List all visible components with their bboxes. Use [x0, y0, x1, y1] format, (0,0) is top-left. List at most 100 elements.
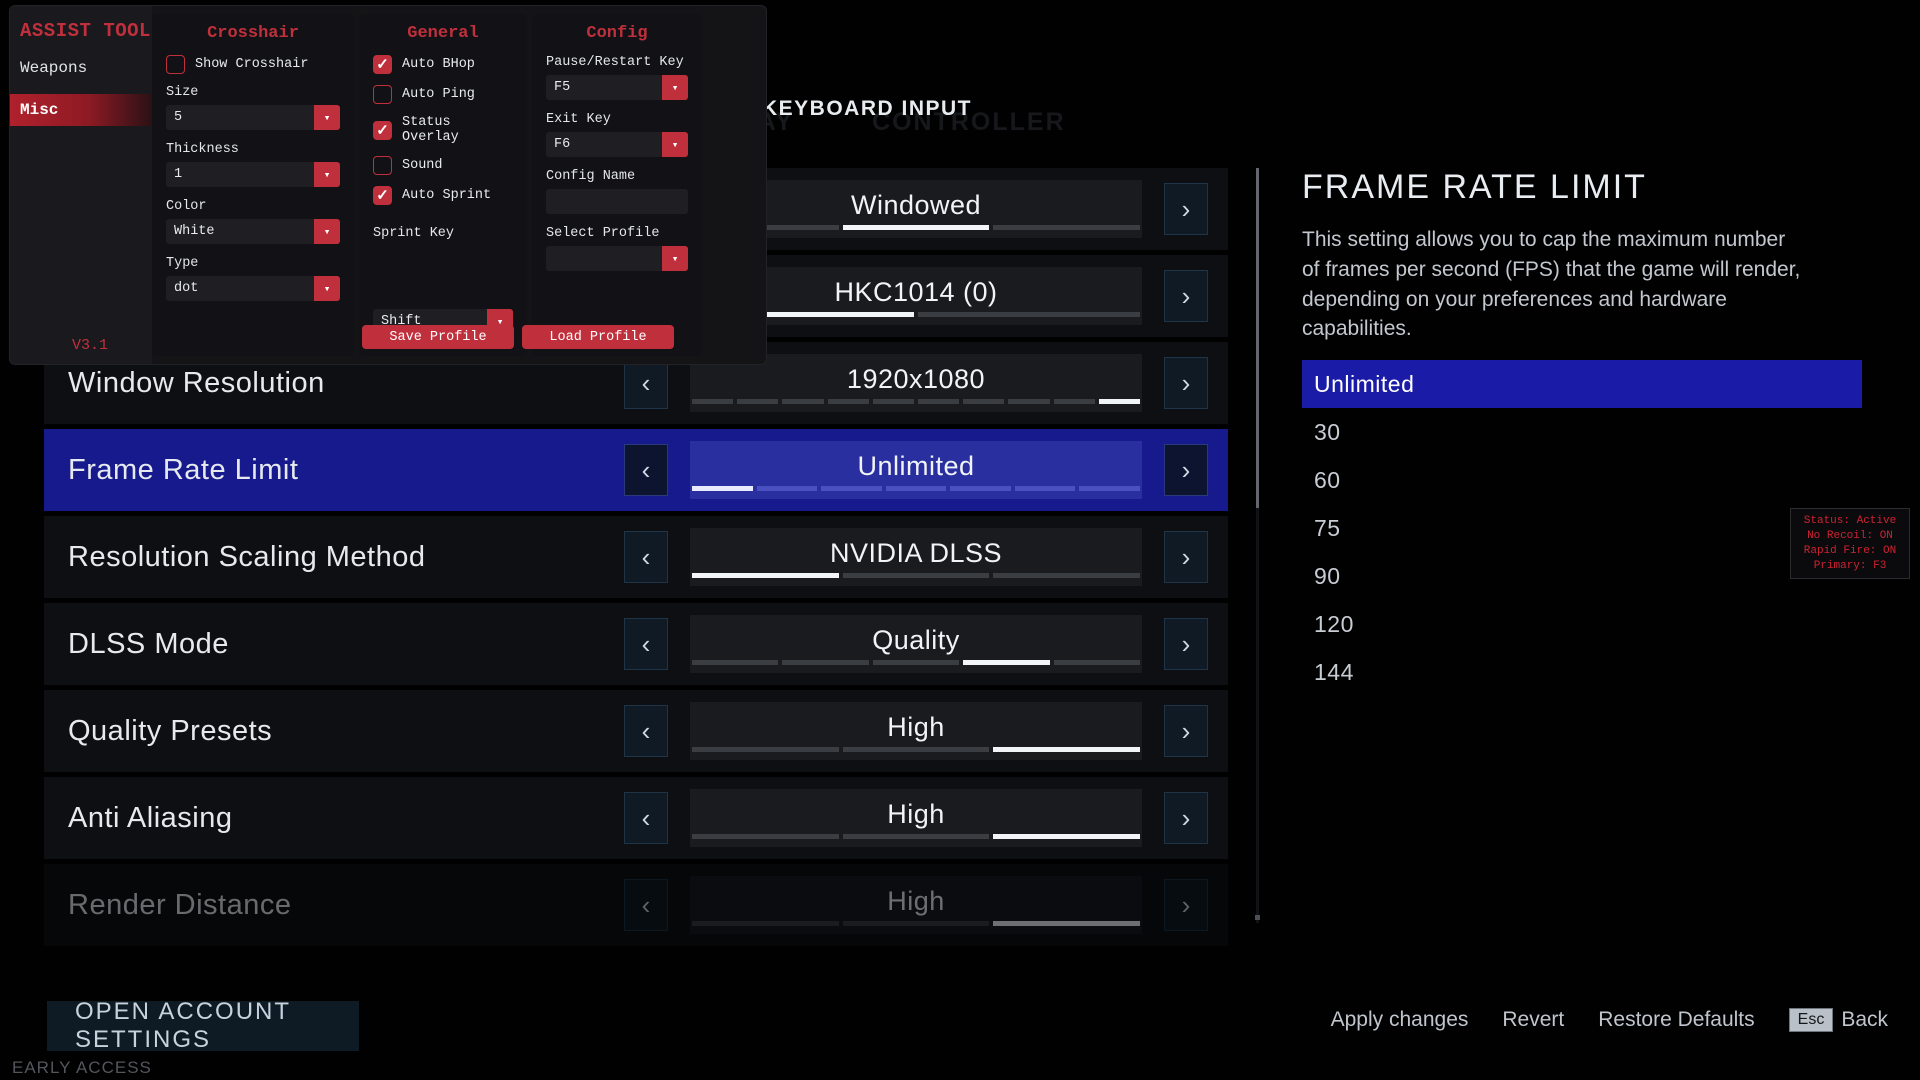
segment — [737, 399, 779, 404]
frame-rate-option[interactable]: 30 — [1302, 408, 1862, 456]
frame-rate-option[interactable]: 90 — [1302, 552, 1862, 600]
chevron-right-icon[interactable]: › — [1164, 705, 1208, 757]
checkbox-auto-bhop[interactable] — [373, 55, 392, 74]
chevron-right-icon[interactable]: › — [1164, 531, 1208, 583]
overlay-nav: Weapons Misc — [10, 52, 152, 126]
setting-value-text: Unlimited — [857, 450, 975, 481]
checkbox-label: Status Overlay — [402, 115, 459, 145]
checkbox-status-overlay[interactable] — [373, 120, 392, 140]
sprint-key-label: Sprint Key — [373, 226, 455, 241]
frame-rate-option[interactable]: 75 — [1302, 504, 1862, 552]
overlay-nav-item-misc[interactable]: Misc — [10, 94, 152, 126]
setting-value-box[interactable]: NVIDIA DLSS — [690, 528, 1142, 586]
overlay-version: V3.1 — [72, 337, 109, 354]
setting-value-box[interactable]: High — [690, 789, 1142, 847]
crosshair-panel-title: Crosshair — [207, 24, 299, 43]
restore-defaults-button[interactable]: Restore Defaults — [1598, 1008, 1754, 1032]
checkbox-sound[interactable] — [373, 156, 392, 175]
setting-value-box[interactable]: High — [690, 876, 1142, 934]
chevron-down-icon[interactable]: ▾ — [662, 75, 688, 100]
setting-value-text: NVIDIA DLSS — [829, 537, 1003, 568]
pause-restart-key-select[interactable]: F5 ▾ — [546, 75, 688, 100]
general-check-row[interactable]: Status Overlay — [373, 115, 513, 145]
setting-row[interactable]: DLSS Mode ‹ Quality › — [44, 603, 1228, 685]
segment — [1098, 399, 1141, 404]
chevron-left-icon[interactable]: ‹ — [624, 618, 668, 670]
chevron-left-icon[interactable]: ‹ — [624, 705, 668, 757]
thickness-select[interactable]: 1 ▾ — [166, 162, 340, 187]
save-profile-button[interactable]: Save Profile — [362, 325, 514, 349]
setting-value-box[interactable]: High — [690, 702, 1142, 760]
back-button[interactable]: Esc Back — [1788, 1008, 1888, 1032]
apply-changes-button[interactable]: Apply changes — [1331, 1008, 1469, 1032]
chevron-down-icon[interactable]: ▾ — [314, 162, 340, 187]
size-select[interactable]: 5 ▾ — [166, 105, 340, 130]
chevron-down-icon[interactable]: ▾ — [662, 132, 688, 157]
segment — [692, 834, 839, 839]
segment — [963, 660, 1050, 665]
exit-key-select[interactable]: F6 ▾ — [546, 132, 688, 157]
segment — [692, 921, 839, 926]
general-check-row[interactable]: Sound — [373, 156, 513, 175]
revert-button[interactable]: Revert — [1502, 1008, 1564, 1032]
frame-rate-option[interactable]: 144 — [1302, 648, 1862, 696]
color-select[interactable]: White ▾ — [166, 219, 340, 244]
open-account-settings-button[interactable]: OPEN ACCOUNT SETTINGS — [47, 998, 359, 1053]
type-select[interactable]: dot ▾ — [166, 276, 340, 301]
select-profile-select[interactable]: ▾ — [546, 246, 688, 271]
setting-row-label: Frame Rate Limit — [68, 453, 299, 486]
general-check-row[interactable]: Auto Ping — [373, 85, 513, 104]
general-check-row[interactable]: Auto Sprint — [373, 186, 513, 205]
show-crosshair-row[interactable]: Show Crosshair — [166, 55, 340, 74]
chevron-down-icon[interactable]: ▾ — [314, 219, 340, 244]
show-crosshair-checkbox[interactable] — [166, 55, 185, 74]
setting-row[interactable]: Render Distance ‹ High › — [44, 864, 1228, 946]
hud-norecoil-line: No Recoil: ON — [1807, 529, 1893, 542]
back-label: Back — [1841, 1008, 1888, 1031]
chevron-right-icon[interactable]: › — [1164, 357, 1208, 409]
setting-value-box[interactable]: Unlimited — [690, 441, 1142, 499]
hud-status-line: Status: Active — [1803, 515, 1897, 527]
checkbox-auto-sprint[interactable] — [373, 186, 392, 205]
chevron-left-icon[interactable]: ‹ — [624, 879, 668, 931]
frame-rate-option[interactable]: 120 — [1302, 600, 1862, 648]
chevron-down-icon[interactable]: ▾ — [662, 246, 688, 271]
config-panel: Config Pause/Restart Key F5 ▾ Exit Key F… — [532, 14, 702, 356]
chevron-right-icon[interactable]: › — [1164, 270, 1208, 322]
setting-value-text: HKC1014 (0) — [834, 276, 998, 307]
chevron-down-icon[interactable]: ▾ — [314, 276, 340, 301]
settings-scrollbar[interactable] — [1256, 168, 1259, 923]
general-check-row[interactable]: Auto BHop — [373, 55, 513, 74]
setting-value-box[interactable]: Quality — [690, 615, 1142, 673]
chevron-right-icon[interactable]: › — [1164, 444, 1208, 496]
segment — [1008, 399, 1050, 404]
description-title: FRAME RATE LIMIT — [1302, 168, 1647, 206]
setting-row[interactable]: Frame Rate Limit ‹ Unlimited › — [44, 429, 1228, 511]
general-checkbox-group: Auto BHop Auto Ping Status Overlay Sound Aut… — [373, 55, 513, 216]
chevron-left-icon[interactable]: ‹ — [624, 444, 668, 496]
segment — [1053, 399, 1095, 404]
setting-row[interactable]: Resolution Scaling Method ‹ NVIDIA DLSS › — [44, 516, 1228, 598]
early-access-label: EARLY ACCESS — [12, 1058, 152, 1077]
config-name-input[interactable] — [546, 189, 688, 214]
chevron-down-icon[interactable]: ▾ — [314, 105, 340, 130]
chevron-right-icon[interactable]: › — [1164, 792, 1208, 844]
load-profile-button[interactable]: Load Profile — [522, 325, 674, 349]
frame-rate-option[interactable]: 60 — [1302, 456, 1862, 504]
segment — [821, 486, 882, 491]
chevron-right-icon[interactable]: › — [1164, 618, 1208, 670]
overlay-nav-item-weapons[interactable]: Weapons — [10, 52, 152, 84]
setting-row[interactable]: Anti Aliasing ‹ High › — [44, 777, 1228, 859]
segment — [827, 399, 869, 404]
chevron-right-icon[interactable]: › — [1164, 879, 1208, 931]
chevron-right-icon[interactable]: › — [1164, 183, 1208, 235]
chevron-left-icon[interactable]: ‹ — [624, 792, 668, 844]
scrollbar-thumb[interactable] — [1256, 168, 1259, 508]
chevron-left-icon[interactable]: ‹ — [624, 531, 668, 583]
checkbox-auto-ping[interactable] — [373, 85, 392, 104]
frame-rate-option[interactable]: Unlimited — [1302, 360, 1862, 409]
checkbox-label: Auto Sprint — [402, 188, 492, 203]
setting-row[interactable]: Quality Presets ‹ High › — [44, 690, 1228, 772]
segment — [993, 921, 1141, 926]
chevron-left-icon[interactable]: ‹ — [624, 357, 668, 409]
